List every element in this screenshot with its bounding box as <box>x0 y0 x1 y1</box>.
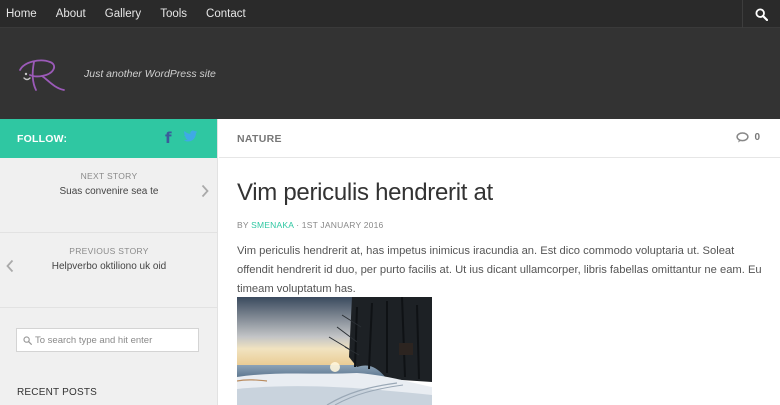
search-input[interactable] <box>35 334 195 346</box>
nav-tools[interactable]: Tools <box>153 0 194 28</box>
post-date: · 1ST JANUARY 2016 <box>296 220 384 230</box>
post-author-link[interactable]: SMENAKA <box>251 220 294 230</box>
comment-bubble-icon <box>736 132 750 143</box>
post-category-link[interactable]: NATURE <box>237 133 282 145</box>
recent-posts-heading: RECENT POSTS <box>17 387 98 398</box>
search-toggle-button[interactable] <box>742 0 780 28</box>
main-menu: Home About Gallery Tools Contact <box>0 0 258 28</box>
site-header: Just another WordPress site <box>0 28 780 119</box>
top-nav: Home About Gallery Tools Contact <box>0 0 780 28</box>
sidebar: FOLLOW: f NEXT STORY Suas convenire sea … <box>0 119 218 405</box>
comment-count: 0 <box>754 132 760 143</box>
post-featured-image[interactable] <box>237 297 432 405</box>
site-tagline: Just another WordPress site <box>84 68 216 80</box>
main-content: NATURE 0 Vim periculis hendrerit at BY S… <box>219 119 780 405</box>
next-story-kicker: NEXT STORY <box>80 171 138 181</box>
post-byline: BY SMENAKA · 1ST JANUARY 2016 <box>237 220 383 230</box>
previous-story-title[interactable]: Helpverbo oktiliono uk oid <box>0 261 218 272</box>
post-excerpt: Vim periculis hendrerit at, has impetus … <box>237 245 762 295</box>
next-story-title[interactable]: Suas convenire sea te <box>0 186 218 197</box>
search-icon <box>23 335 32 345</box>
sidebar-search-field[interactable] <box>16 328 199 352</box>
nav-about[interactable]: About <box>49 0 93 28</box>
twitter-icon[interactable] <box>183 130 198 143</box>
follow-label: FOLLOW: <box>17 133 68 145</box>
next-story-link[interactable]: NEXT STORY Suas convenire sea te <box>0 158 217 233</box>
search-icon <box>755 7 768 21</box>
previous-story-kicker: PREVIOUS STORY <box>69 246 149 256</box>
comments-link[interactable]: 0 <box>736 132 760 143</box>
previous-story-link[interactable]: PREVIOUS STORY Helpverbo oktiliono uk oi… <box>0 233 217 308</box>
follow-bar: FOLLOW: f <box>0 119 217 158</box>
site-logo[interactable] <box>14 50 74 96</box>
chevron-left-icon[interactable] <box>6 259 14 273</box>
nav-home[interactable]: Home <box>0 0 44 28</box>
chevron-right-icon[interactable] <box>201 184 209 198</box>
facebook-icon[interactable]: f <box>165 129 172 147</box>
post-title[interactable]: Vim periculis hendrerit at <box>237 179 493 207</box>
byline-prefix: BY <box>237 220 249 230</box>
nav-gallery[interactable]: Gallery <box>98 0 148 28</box>
post-category-bar: NATURE 0 <box>219 119 780 158</box>
nav-contact[interactable]: Contact <box>199 0 253 28</box>
